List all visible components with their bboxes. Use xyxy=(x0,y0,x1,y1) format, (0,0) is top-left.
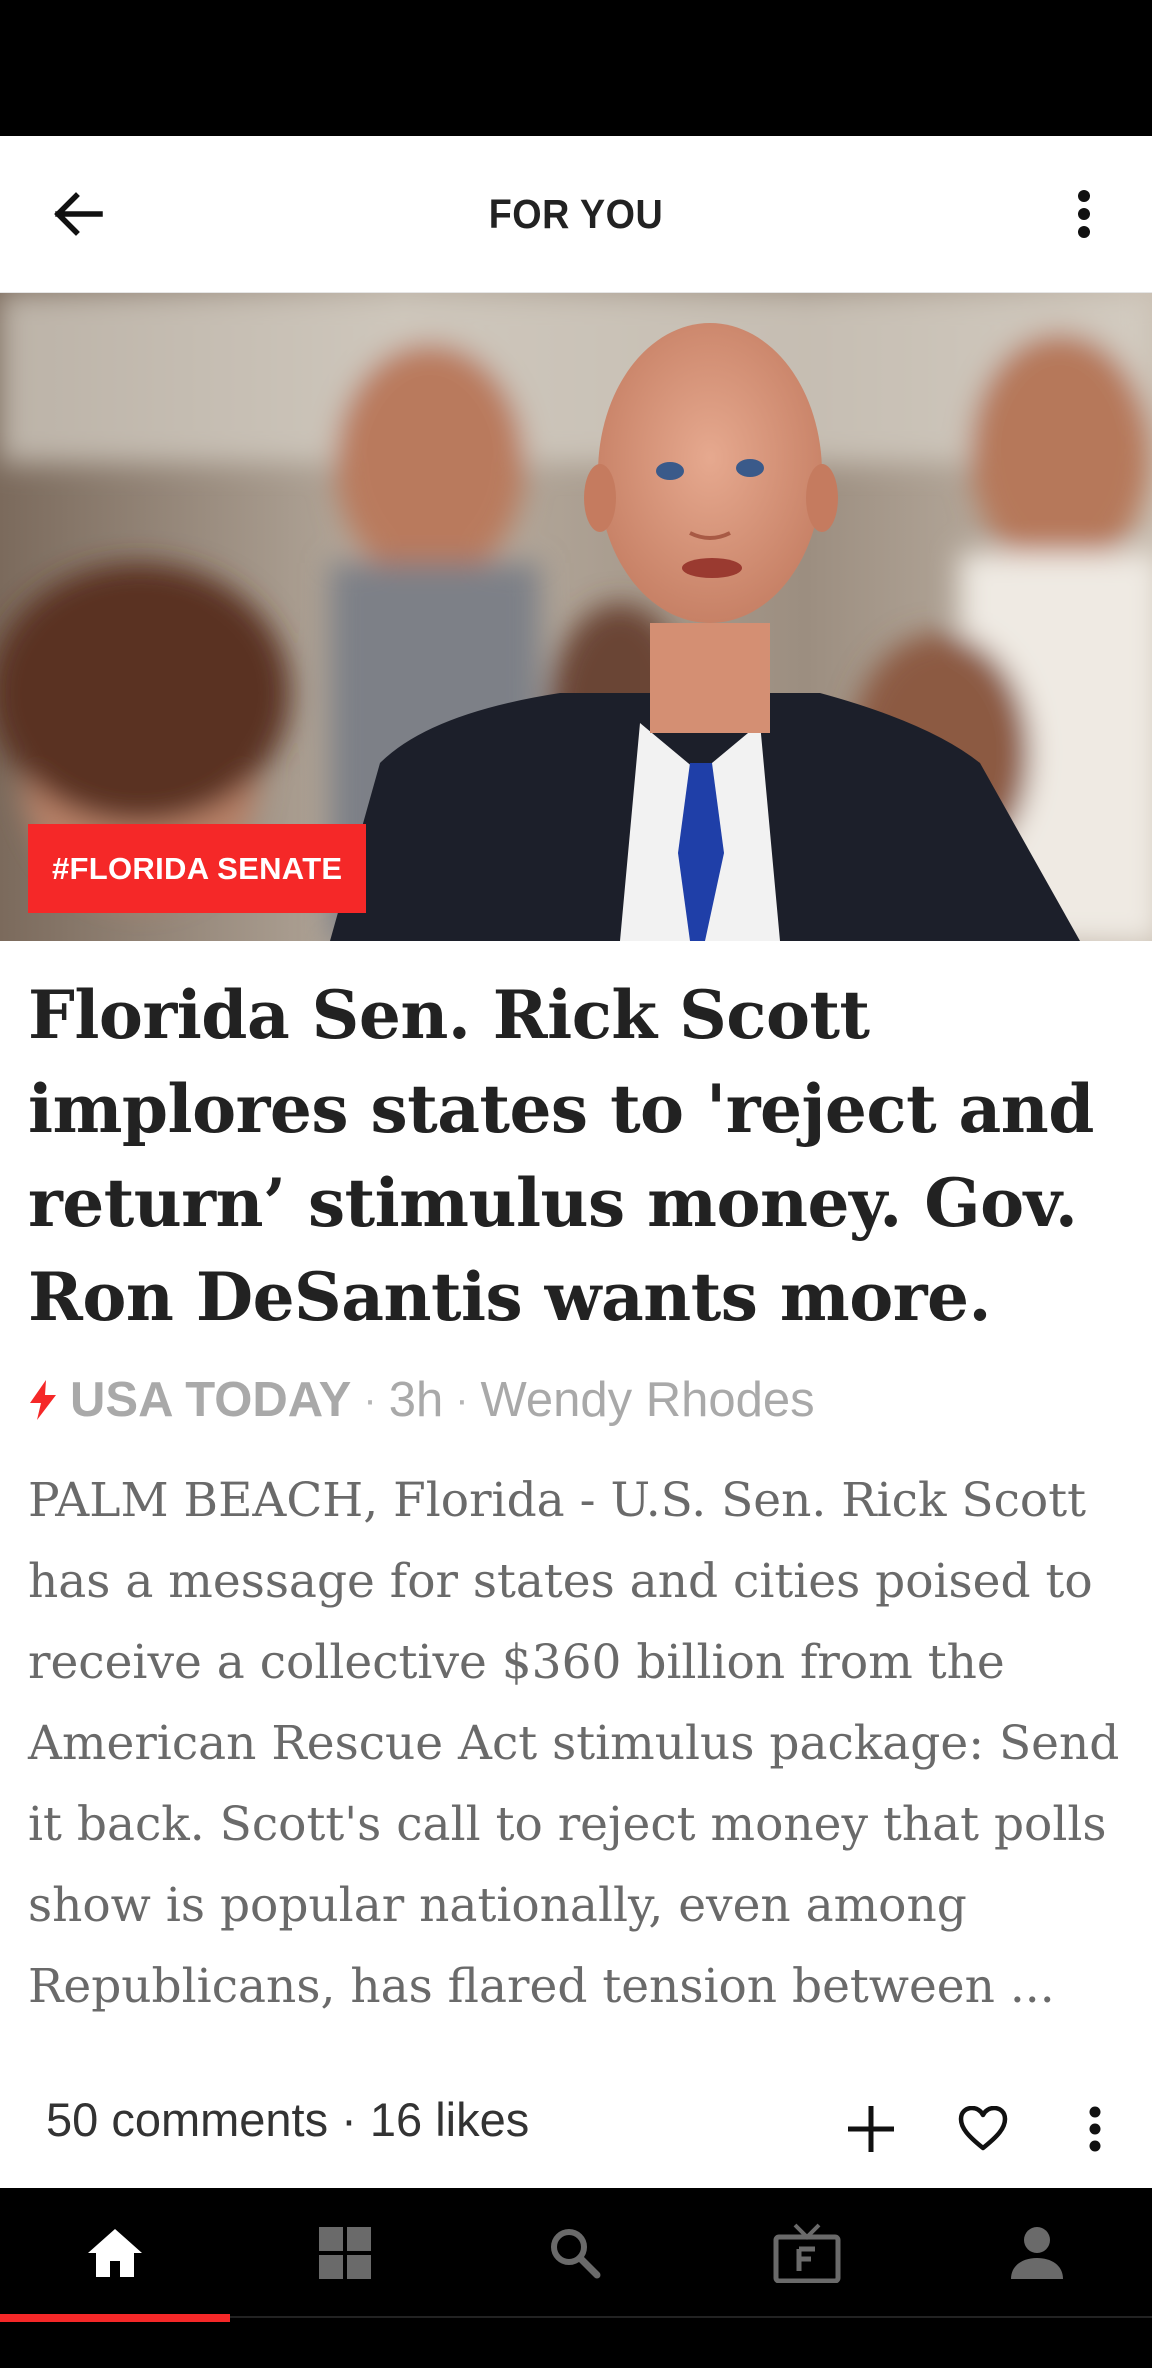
source-name[interactable]: USA TODAY xyxy=(70,1372,351,1428)
author-name: Wendy Rhodes xyxy=(480,1373,815,1427)
bottom-navigation xyxy=(0,2188,1152,2368)
lightning-bolt-icon xyxy=(30,1380,56,1420)
heart-icon xyxy=(958,2106,1008,2151)
like-button[interactable] xyxy=(948,2094,1018,2164)
grid-icon xyxy=(319,2227,371,2279)
add-button[interactable] xyxy=(836,2094,906,2164)
separator-dot: · xyxy=(455,1377,469,1422)
active-tab-indicator xyxy=(0,2314,230,2322)
tv-icon xyxy=(773,2223,841,2283)
more-options-button[interactable] xyxy=(1046,176,1122,252)
vertical-dots-icon xyxy=(1078,190,1090,238)
engagement-stats[interactable]: 50 comments · 16 likes xyxy=(46,2090,529,2150)
article-byline: USA TODAY · 3h · Wendy Rhodes xyxy=(28,1370,815,1430)
separator-dot: · xyxy=(363,1377,377,1422)
plus-icon xyxy=(848,2106,894,2152)
page-title: FOR YOU xyxy=(488,191,664,237)
tab-profile[interactable] xyxy=(922,2188,1152,2318)
article-headline[interactable]: Florida Sen. Rick Scott implores states … xyxy=(28,968,1128,1344)
tab-sections[interactable] xyxy=(230,2188,460,2318)
tab-video[interactable] xyxy=(692,2188,922,2318)
app-bar: FOR YOU xyxy=(0,136,1152,293)
home-icon xyxy=(88,2229,142,2277)
search-icon xyxy=(551,2229,601,2279)
tab-search[interactable] xyxy=(460,2188,690,2318)
status-bar xyxy=(0,0,1152,136)
publish-time: 3h xyxy=(388,1373,444,1427)
tab-home[interactable] xyxy=(0,2188,230,2318)
more-options-button[interactable] xyxy=(1060,2094,1130,2164)
topic-tag[interactable]: #FLORIDA SENATE xyxy=(28,824,367,913)
profile-icon xyxy=(1011,2227,1063,2279)
vertical-dots-icon xyxy=(1089,2106,1101,2152)
article-excerpt[interactable]: PALM BEACH, Florida - U.S. Sen. Rick Sco… xyxy=(28,1460,1138,2027)
